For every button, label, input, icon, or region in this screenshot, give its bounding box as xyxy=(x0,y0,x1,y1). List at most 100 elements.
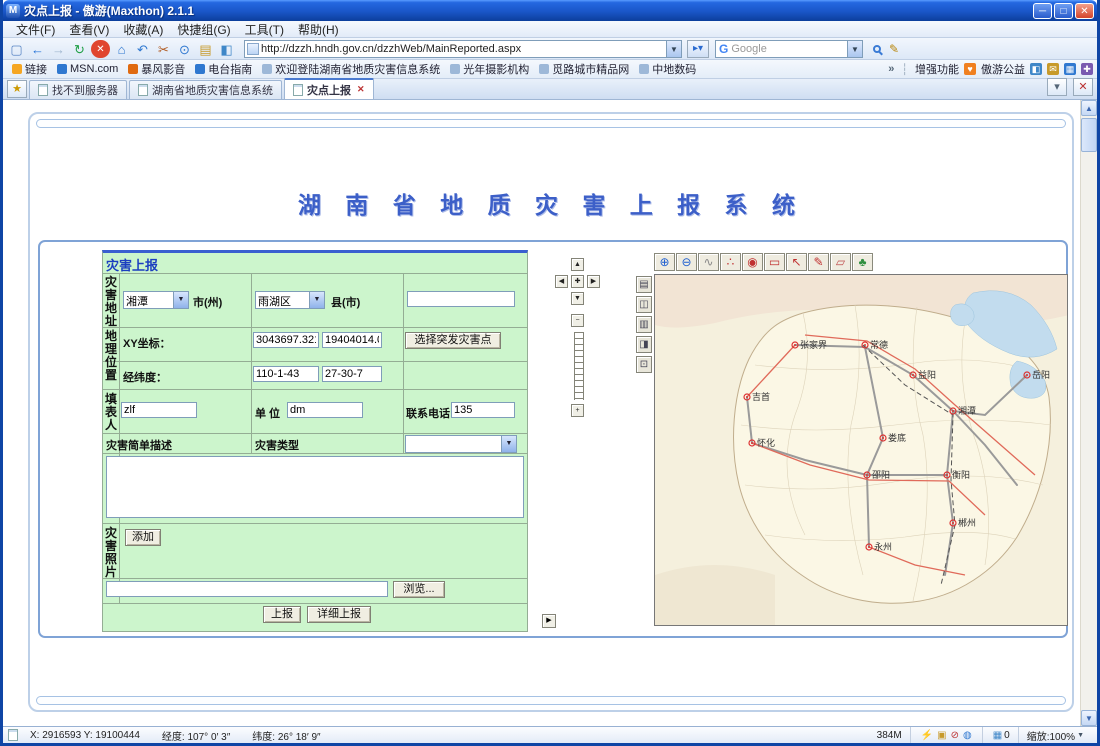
map-identify-tool[interactable]: ✎ xyxy=(808,253,829,271)
address-bar[interactable]: ▼ xyxy=(244,40,682,58)
pan-center-button[interactable]: ✚ xyxy=(571,275,584,288)
filter-icon[interactable]: ⊘ xyxy=(951,730,959,741)
history-button[interactable]: ⊙ xyxy=(175,40,194,58)
close-tab-button[interactable]: ✕ xyxy=(1073,78,1093,96)
description-textarea[interactable] xyxy=(106,456,524,518)
undo-button[interactable]: ↶ xyxy=(133,40,152,58)
city-select[interactable]: 湘潭 ▼ xyxy=(123,291,189,309)
charity-link[interactable]: 傲游公益 xyxy=(981,61,1025,77)
bookmark-item[interactable]: MSN.com xyxy=(52,63,123,75)
feed-icon[interactable]: ▦ xyxy=(1064,63,1076,75)
tab-item[interactable]: 湖南省地质灾害信息系统 xyxy=(129,80,282,99)
map-pan-tool[interactable]: ∿ xyxy=(698,253,719,271)
vertical-scrollbar[interactable]: ▲ ▼ xyxy=(1080,100,1097,726)
map-measure-tool[interactable]: ∴ xyxy=(720,253,741,271)
mail-icon[interactable]: ✉ xyxy=(1047,63,1059,75)
search-box[interactable]: G Google ▼ xyxy=(715,40,863,58)
stop-button[interactable]: ✕ xyxy=(91,40,110,58)
back-button[interactable]: ← xyxy=(28,40,47,58)
detail-report-button[interactable]: 详细上报 xyxy=(307,606,371,623)
map-zoom-out-tool[interactable]: ⊖ xyxy=(676,253,697,271)
close-button[interactable]: ✕ xyxy=(1075,3,1094,19)
bookmark-item[interactable]: 光年摄影机构 xyxy=(445,61,534,77)
map-layers-tool[interactable]: ♣ xyxy=(852,253,873,271)
tab-active[interactable]: 灾点上报✕ xyxy=(284,78,374,99)
zoom-in-button[interactable]: + xyxy=(571,404,584,417)
favorites-panel-button[interactable]: ★ xyxy=(7,80,27,98)
screen-split-icon[interactable]: ◧ xyxy=(1030,63,1042,75)
chevron-down-icon[interactable]: ▼ xyxy=(309,292,324,308)
pan-down-button[interactable]: ▼ xyxy=(571,292,584,305)
collapse-panel-button[interactable]: ▶ xyxy=(542,614,556,628)
address-input[interactable] xyxy=(261,43,666,55)
scroll-down-icon[interactable]: ▼ xyxy=(1081,710,1097,726)
latitude-input[interactable] xyxy=(322,366,382,382)
bookmark-item[interactable]: 暴风影音 xyxy=(123,61,190,77)
map-pointer-tool[interactable]: ↖ xyxy=(786,253,807,271)
bookmarks-overflow-icon[interactable]: » xyxy=(888,63,894,75)
chevron-down-icon[interactable]: ▼ xyxy=(173,292,188,308)
map-side-button-5[interactable]: ⊡ xyxy=(636,356,652,373)
map-zoom-in-tool[interactable]: ⊕ xyxy=(654,253,675,271)
boost-icon[interactable]: ⚡ xyxy=(921,730,933,741)
menu-item[interactable]: 快捷组(G) xyxy=(170,21,237,38)
menu-item[interactable]: 收藏(A) xyxy=(116,21,170,38)
menu-item[interactable]: 工具(T) xyxy=(238,21,291,38)
photo-file-input[interactable] xyxy=(106,581,388,597)
folder-icon[interactable]: ▣ xyxy=(937,730,946,741)
map-side-button-3[interactable]: ▥ xyxy=(636,316,652,333)
minimize-button[interactable]: ─ xyxy=(1033,3,1052,19)
pan-left-button[interactable]: ◀ xyxy=(555,275,568,288)
form-fill-button[interactable]: ▤ xyxy=(196,40,215,58)
zoom-dropdown-icon[interactable]: ▼ xyxy=(1077,732,1084,739)
x-coordinate-input[interactable] xyxy=(253,332,319,348)
phone-input[interactable] xyxy=(451,402,515,418)
longitude-input[interactable] xyxy=(253,366,319,382)
capture-button[interactable]: ◧ xyxy=(217,40,236,58)
bookmark-item[interactable]: 觅路城市精品网 xyxy=(534,61,634,77)
menu-item[interactable]: 帮助(H) xyxy=(291,21,346,38)
map-select-rect-tool[interactable]: ▭ xyxy=(764,253,785,271)
map-eraser-tool[interactable]: ▱ xyxy=(830,253,851,271)
county-select[interactable]: 雨湖区 ▼ xyxy=(255,291,325,309)
map-side-button-4[interactable]: ◨ xyxy=(636,336,652,353)
map-canvas[interactable]: 张家界常德益阳岳阳吉首湘潭娄底怀化邵阳衡阳郴州永州 xyxy=(654,274,1068,626)
y-coordinate-input[interactable] xyxy=(322,332,382,348)
highlight-pencil-icon[interactable]: ✎ xyxy=(889,42,899,56)
maximize-button[interactable]: □ xyxy=(1054,3,1073,19)
submit-report-button[interactable]: 上报 xyxy=(263,606,301,623)
proxy-globe-icon[interactable]: ◍ xyxy=(963,730,972,741)
plugin-icon[interactable]: ✚ xyxy=(1081,63,1093,75)
map-side-button-2[interactable]: ◫ xyxy=(636,296,652,313)
menu-item[interactable]: 查看(V) xyxy=(62,21,116,38)
bookmark-item[interactable]: 链接 xyxy=(7,61,52,77)
zoom-level[interactable]: 缩放:100% xyxy=(1027,728,1075,743)
bookmark-item[interactable]: 电台指南 xyxy=(190,61,257,77)
zoom-out-button[interactable]: − xyxy=(571,314,584,327)
blocked-popup-icon[interactable]: ▦ xyxy=(993,730,1002,741)
tab-list-button[interactable]: ▾ xyxy=(1047,78,1067,96)
scrollbar-thumb[interactable] xyxy=(1081,118,1097,152)
enhance-menu[interactable]: 增强功能 xyxy=(915,61,959,77)
add-photo-button[interactable]: 添加 xyxy=(125,529,161,546)
tab-item[interactable]: 找不到服务器 xyxy=(29,80,127,99)
browse-button[interactable]: 浏览... xyxy=(393,581,445,598)
bookmark-item[interactable]: 欢迎登陆湖南省地质灾害信息系统 xyxy=(257,61,445,77)
refresh-button[interactable]: ↻ xyxy=(70,40,89,58)
scroll-up-icon[interactable]: ▲ xyxy=(1081,100,1097,116)
map-side-button-1[interactable]: ▤ xyxy=(636,276,652,293)
chevron-down-icon[interactable]: ▼ xyxy=(501,436,516,452)
new-tab-button[interactable]: ▢ xyxy=(7,40,26,58)
pick-disaster-point-button[interactable]: 选择突发灾害点 xyxy=(405,332,501,349)
disaster-type-select[interactable]: ▼ xyxy=(405,435,517,453)
unit-input[interactable] xyxy=(287,402,363,418)
address-go-button[interactable]: ▸▾ xyxy=(687,40,709,58)
address-dropdown-icon[interactable]: ▼ xyxy=(666,41,681,57)
search-icon[interactable] xyxy=(873,45,881,53)
bookmark-item[interactable]: 中地数码 xyxy=(634,61,701,77)
pan-up-button[interactable]: ▲ xyxy=(571,258,584,271)
home-button[interactable]: ⌂ xyxy=(112,40,131,58)
tab-close-icon[interactable]: ✕ xyxy=(357,84,365,95)
search-engine-dropdown-icon[interactable]: ▼ xyxy=(847,41,862,57)
reporter-input[interactable] xyxy=(121,402,197,418)
